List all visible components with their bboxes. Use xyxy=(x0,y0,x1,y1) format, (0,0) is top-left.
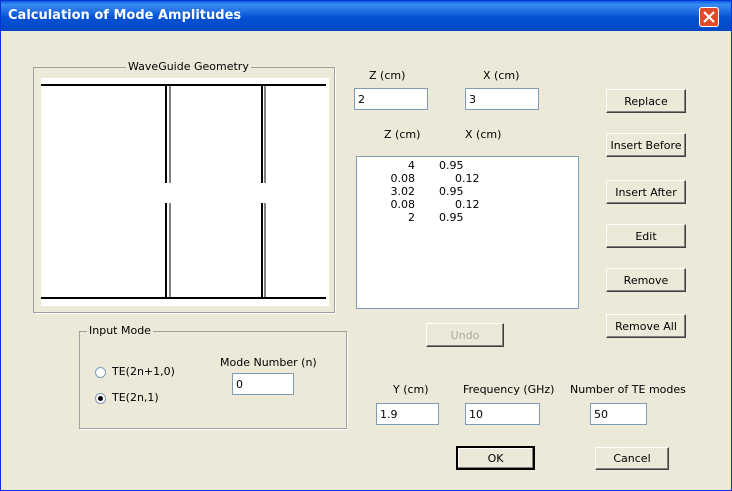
insert-before-button[interactable]: Insert Before xyxy=(606,133,686,157)
list-item-x: 0.95 xyxy=(439,211,464,224)
list-item[interactable]: 0.08 0.12 xyxy=(357,198,577,211)
te-modes-label: Number of TE modes xyxy=(570,383,686,396)
list-item-x: 0.95 xyxy=(439,159,464,172)
x-input[interactable] xyxy=(465,88,539,110)
mode-number-input[interactable] xyxy=(232,373,294,395)
list-item-z: 3.02 xyxy=(390,185,416,198)
list-item-z: 0.08 xyxy=(390,198,416,211)
title-bar[interactable]: Calculation of Mode Amplitudes xyxy=(1,1,731,31)
te-2n1-0-radio[interactable] xyxy=(95,367,106,378)
te-2n-1-label[interactable]: TE(2n,1) xyxy=(112,391,159,404)
frequency-input[interactable] xyxy=(465,403,540,425)
list-item-z: 2 xyxy=(408,211,415,224)
window-title: Calculation of Mode Amplitudes xyxy=(8,8,242,23)
close-icon xyxy=(703,11,715,23)
list-item-z: 0.08 xyxy=(390,172,416,185)
te-2n1-0-label[interactable]: TE(2n+1,0) xyxy=(112,365,175,378)
remove-button[interactable]: Remove xyxy=(606,268,686,292)
list-item[interactable]: 0.08 0.12 xyxy=(357,172,577,185)
list-item-x: 0.12 xyxy=(455,172,480,185)
z-input[interactable] xyxy=(354,88,428,110)
geometry-legend: WaveGuide Geometry xyxy=(126,60,251,73)
undo-button[interactable]: Undo xyxy=(426,323,504,347)
list-item[interactable]: 3.02 0.95 xyxy=(357,185,577,198)
insert-after-button[interactable]: Insert After xyxy=(606,180,686,204)
edit-button[interactable]: Edit xyxy=(606,224,686,248)
list-item-z: 4 xyxy=(408,159,415,172)
list-item-x: 0.12 xyxy=(455,198,480,211)
input-mode-group xyxy=(79,331,347,429)
replace-button[interactable]: Replace xyxy=(606,89,686,113)
remove-all-button[interactable]: Remove All xyxy=(606,314,686,338)
dialog-window: Calculation of Mode Amplitudes WaveGuide… xyxy=(0,0,732,491)
te-modes-input[interactable] xyxy=(590,403,647,425)
z-label: Z (cm) xyxy=(369,69,406,82)
close-button[interactable] xyxy=(699,7,719,27)
mode-number-label: Mode Number (n) xyxy=(220,356,317,369)
ok-button[interactable]: OK xyxy=(456,446,535,470)
list-item-x: 0.95 xyxy=(439,185,464,198)
list-item[interactable]: 2 0.95 xyxy=(357,211,577,224)
y-input[interactable] xyxy=(376,403,439,425)
list-x-header: X (cm) xyxy=(465,128,502,141)
x-label: X (cm) xyxy=(483,69,520,82)
coordinates-list[interactable]: 4 0.95 0.08 0.12 3.02 0.95 0.08 0.12 2 0… xyxy=(356,156,579,309)
waveguide-drawing xyxy=(41,78,329,306)
input-mode-legend: Input Mode xyxy=(87,324,153,337)
list-z-header: Z (cm) xyxy=(384,128,421,141)
te-2n-1-radio[interactable] xyxy=(95,393,106,404)
frequency-label: Frequency (GHz) xyxy=(463,383,555,396)
y-label: Y (cm) xyxy=(393,383,429,396)
list-item[interactable]: 4 0.95 xyxy=(357,159,577,172)
cancel-button[interactable]: Cancel xyxy=(595,447,669,470)
